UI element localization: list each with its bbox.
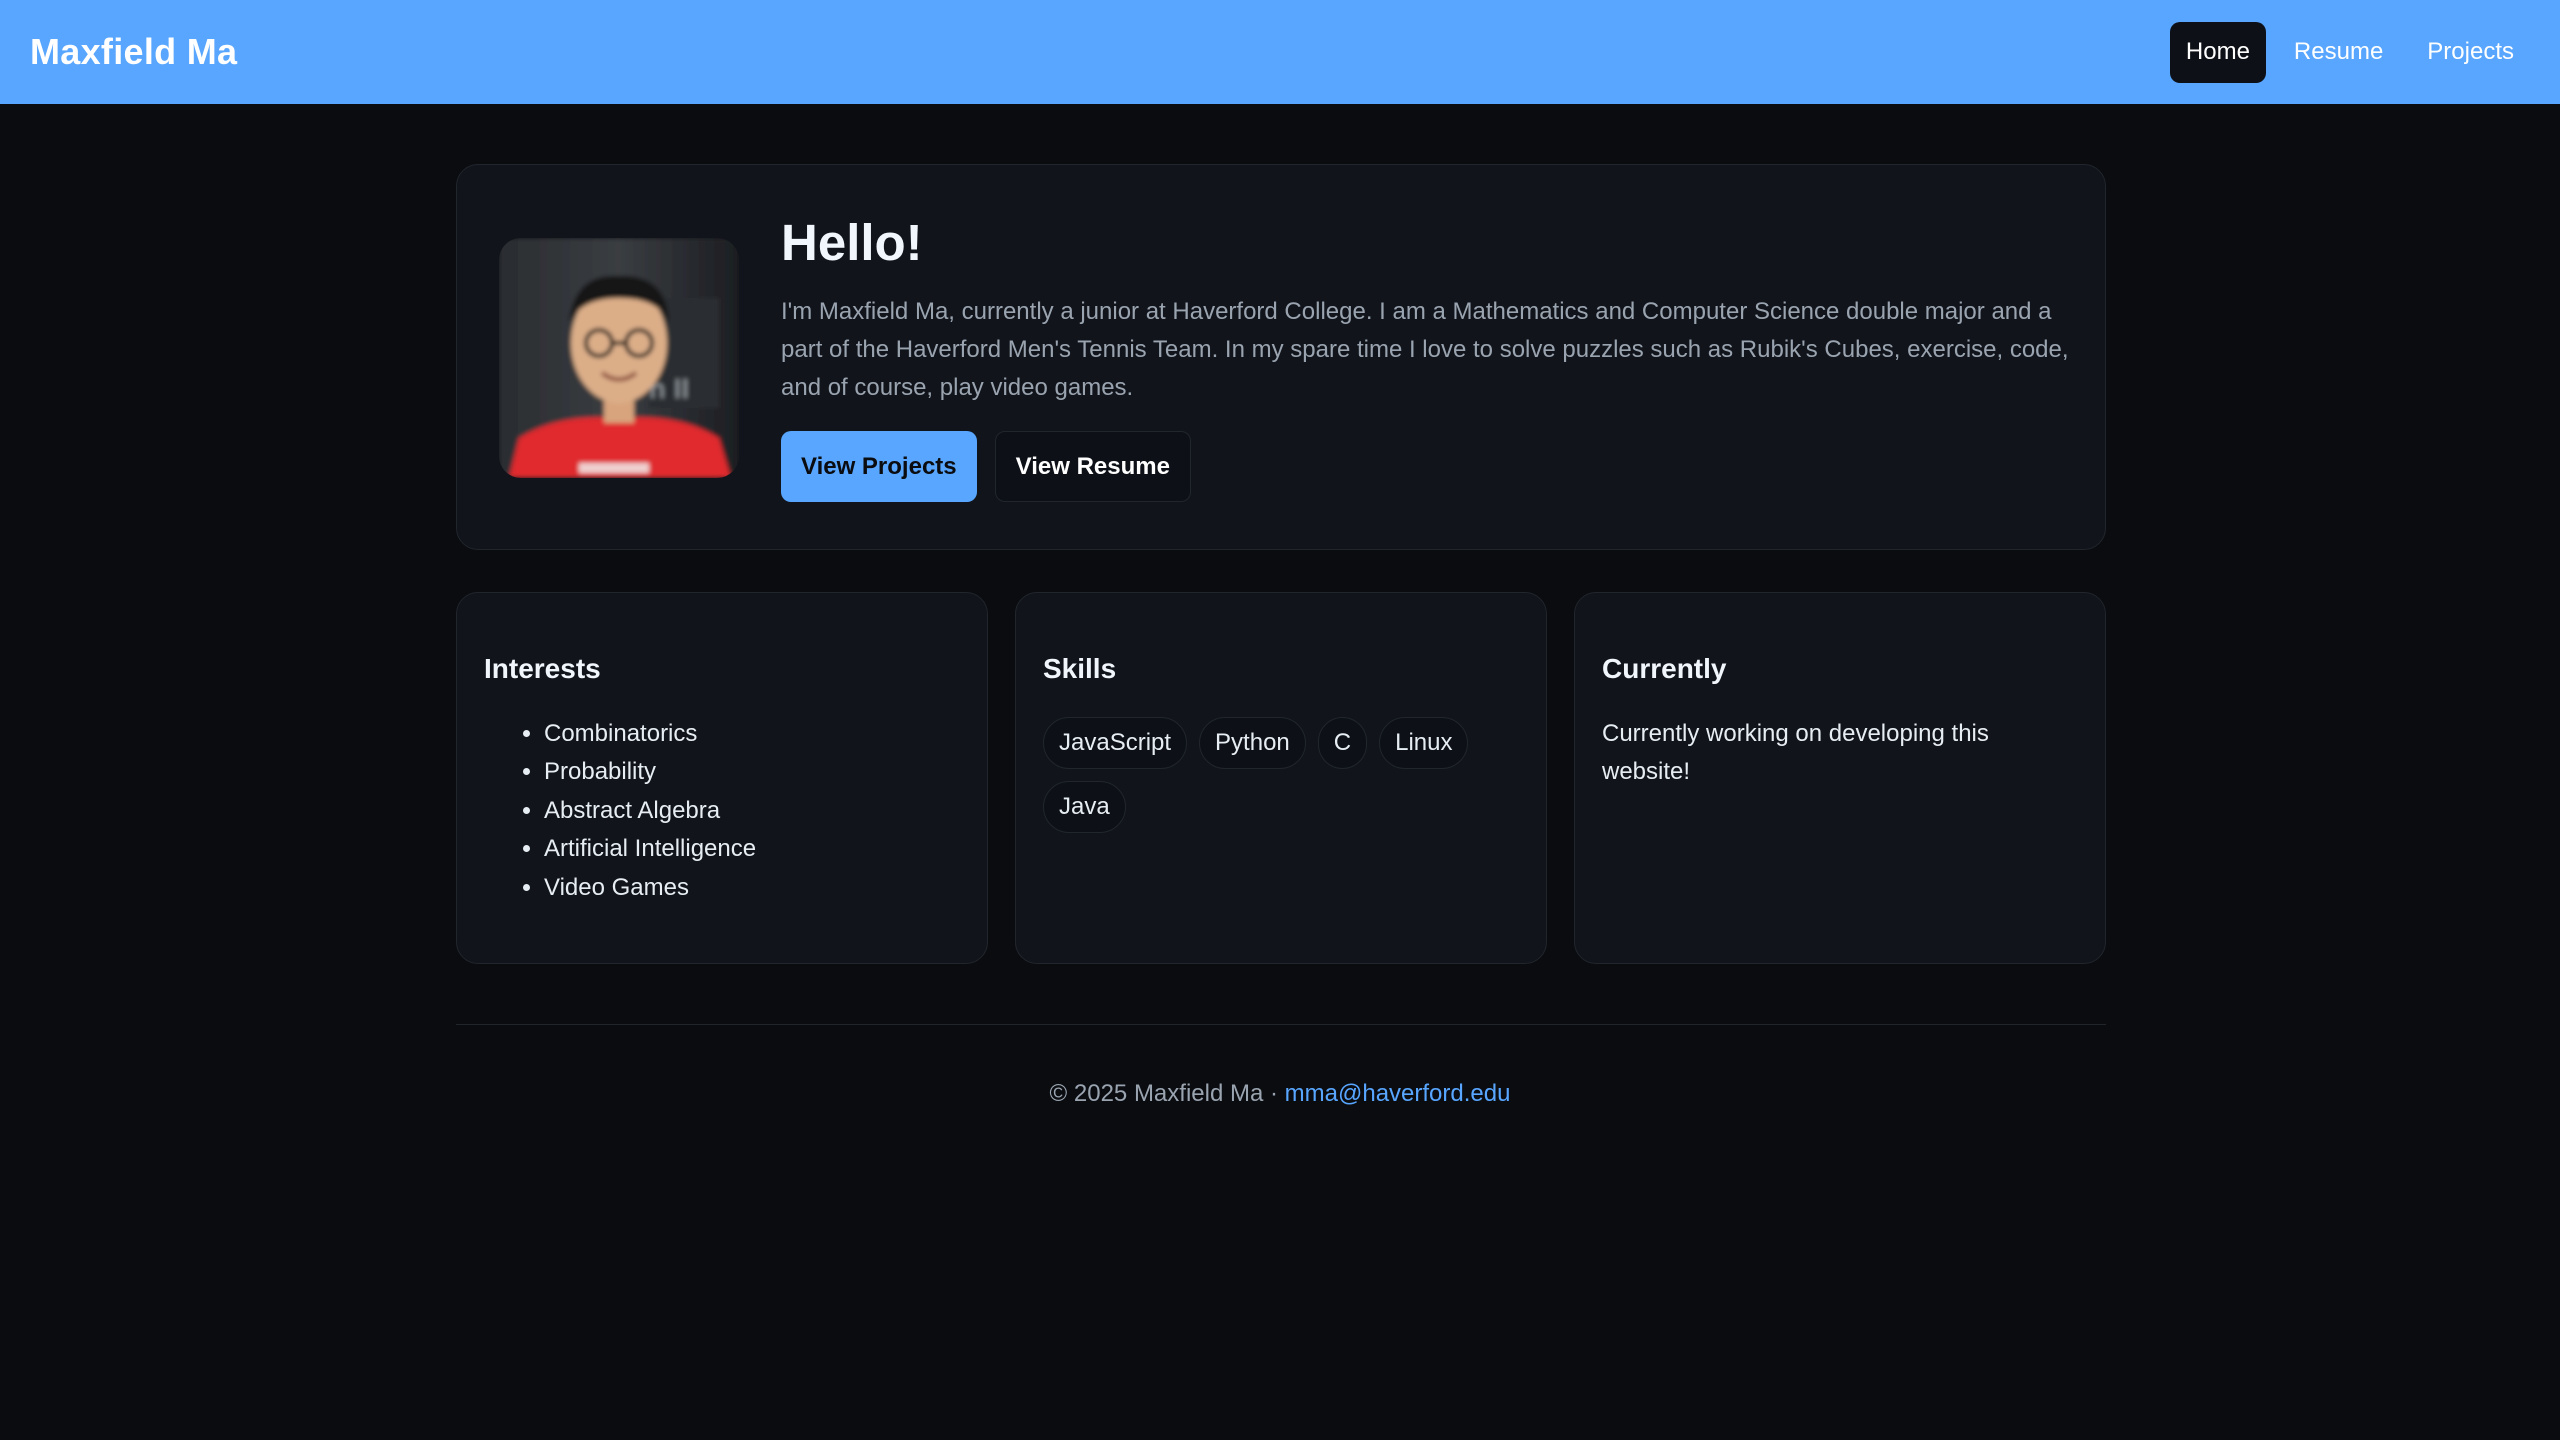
list-item: Probability: [544, 753, 960, 791]
list-item: Artificial Intelligence: [544, 830, 960, 868]
brand-title[interactable]: Maxfield Ma: [30, 31, 237, 73]
hero-title: Hello!: [781, 214, 923, 271]
main-nav: Home Resume Projects: [2169, 21, 2530, 83]
footer-email-link[interactable]: mma@haverford.edu: [1285, 1080, 1511, 1107]
skill-chip: Python: [1199, 717, 1306, 769]
hero-description: I'm Maxfield Ma, currently a junior at H…: [781, 298, 2069, 402]
footer: © 2025 Maxfield Ma · mma@haverford.edu: [0, 1080, 2560, 1108]
footer-divider: [456, 1024, 2106, 1025]
list-item: Video Games: [544, 869, 960, 907]
footer-copyright: © 2025 Maxfield Ma ·: [1049, 1080, 1285, 1107]
currently-title: Currently: [1602, 653, 1727, 684]
skill-chip: C: [1317, 717, 1368, 769]
hero-actions: View Projects View Resume: [781, 431, 2071, 503]
skills-chip-list: JavaScript Python C Linux Java: [1043, 717, 1503, 833]
interests-title: Interests: [484, 653, 601, 684]
interests-list: Combinatorics Probability Abstract Algeb…: [484, 715, 960, 907]
skill-chip: Java: [1043, 781, 1126, 833]
nav-projects[interactable]: Projects: [2411, 22, 2530, 83]
hero-card: n II Hello! I'm Maxfield Ma, currently a…: [456, 164, 2106, 550]
view-projects-button[interactable]: View Projects: [781, 431, 977, 503]
profile-photo: n II: [499, 238, 739, 478]
skills-title: Skills: [1043, 653, 1117, 684]
list-item: Combinatorics: [544, 715, 960, 753]
navbar: Maxfield Ma Home Resume Projects: [0, 0, 2560, 104]
skill-chip: JavaScript: [1043, 717, 1188, 769]
interests-card: Interests Combinatorics Probability Abst…: [456, 592, 988, 964]
nav-resume[interactable]: Resume: [2278, 22, 2399, 83]
currently-text: Currently working on developing this web…: [1602, 720, 1989, 786]
profile-photo-image: n II: [499, 238, 739, 478]
skills-card: Skills JavaScript Python C Linux Java: [1015, 592, 1547, 964]
currently-card: Currently Currently working on developin…: [1574, 592, 2106, 964]
view-resume-button[interactable]: View Resume: [994, 431, 1191, 503]
nav-home[interactable]: Home: [2169, 21, 2266, 83]
skill-chip: Linux: [1379, 717, 1469, 769]
hero-content: Hello! I'm Maxfield Ma, currently a juni…: [781, 214, 2071, 503]
list-item: Abstract Algebra: [544, 792, 960, 830]
